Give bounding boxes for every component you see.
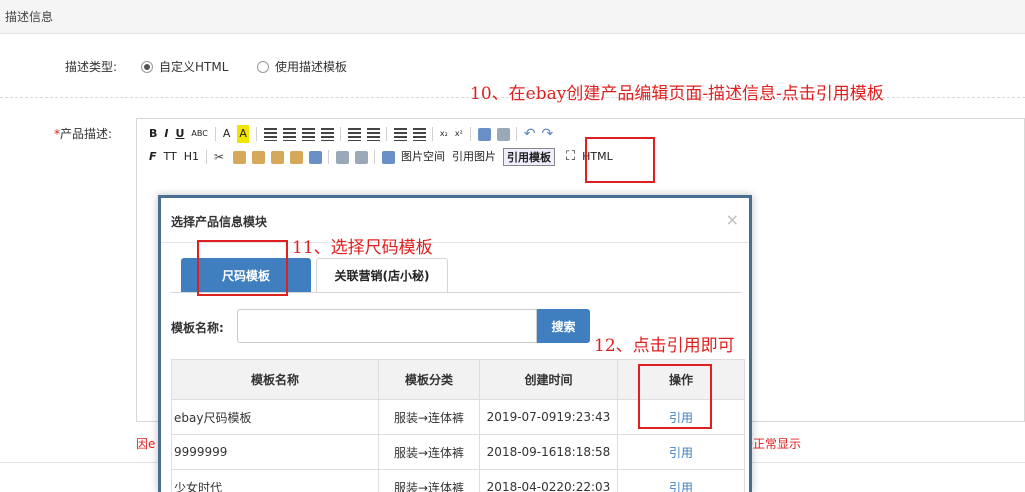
- highlight-box-ref-template: [585, 137, 655, 183]
- use-template-link[interactable]: 引用: [669, 446, 693, 460]
- align-justify-icon[interactable]: [320, 127, 334, 141]
- table-row: 9999999 服装→连体裤 2018-09-1618:18:58 引用: [171, 434, 745, 470]
- template-name-input[interactable]: [237, 309, 537, 343]
- align-center-icon[interactable]: [282, 127, 296, 141]
- cell-action: 引用: [617, 469, 745, 492]
- cell-category: 服装→连体裤: [378, 399, 480, 435]
- annotation-step11: 11、选择尺码模板: [292, 238, 433, 258]
- section-header: 描述信息: [0, 0, 1025, 34]
- image-space-button[interactable]: 图片空间: [401, 148, 445, 166]
- strikethrough-button[interactable]: ABC: [191, 125, 207, 143]
- ref-template-button[interactable]: 引用模板: [503, 148, 556, 166]
- search-label: 模板名称:: [171, 321, 224, 335]
- header-created-time: 创建时间: [479, 359, 618, 400]
- use-template-link[interactable]: 引用: [669, 481, 693, 492]
- link-icon[interactable]: [336, 150, 350, 164]
- product-desc-label-text: 产品描述:: [60, 127, 113, 141]
- toolbar-separator: [339, 127, 341, 141]
- product-desc-label: *产品描述:: [54, 125, 112, 142]
- radio-use-template-label: 使用描述模板: [275, 60, 348, 74]
- radio-use-template[interactable]: 使用描述模板: [257, 58, 347, 75]
- header-template-name: 模板名称: [171, 359, 379, 400]
- radio-selected-icon: [141, 60, 153, 73]
- toolbar-separator: [385, 127, 387, 141]
- cell-template-name: ebay尺码模板: [171, 399, 379, 435]
- fullscreen-icon[interactable]: ⛶: [566, 148, 575, 166]
- tab-related-marketing[interactable]: 关联营销(店小秘): [316, 258, 448, 292]
- underline-button[interactable]: U: [175, 125, 184, 143]
- paste-text-icon[interactable]: [271, 150, 285, 164]
- toolbar-separator: [255, 127, 257, 141]
- font-family-button[interactable]: F: [149, 148, 157, 166]
- horizontal-rule-icon[interactable]: [477, 127, 491, 141]
- unordered-list-icon[interactable]: [347, 127, 361, 141]
- highlight-box-size-tab: [197, 240, 288, 296]
- cell-created: 2019-07-0919:23:43: [479, 399, 618, 435]
- page: 描述信息 描述类型: 自定义HTML 使用描述模板 10、在ebay创建产品编辑…: [0, 0, 1025, 492]
- clear-format-icon[interactable]: [496, 127, 510, 141]
- cell-action: 引用: [617, 434, 745, 470]
- align-right-icon[interactable]: [301, 127, 315, 141]
- modal-title: 选择产品信息模块: [171, 215, 268, 229]
- cell-category: 服装→连体裤: [378, 434, 480, 470]
- indent-icon[interactable]: [412, 127, 426, 141]
- bold-button[interactable]: B: [149, 125, 157, 143]
- heading-button[interactable]: H1: [184, 148, 199, 166]
- image-icon[interactable]: [382, 150, 396, 164]
- subscript-icon[interactable]: x₂: [440, 125, 448, 143]
- font-color-button[interactable]: A: [223, 125, 231, 143]
- toolbar-separator: [206, 150, 208, 164]
- toolbar-row-1: B I U ABC A A x₂ x² ↶ ↷: [149, 124, 559, 144]
- align-left-icon[interactable]: [263, 127, 277, 141]
- cell-template-name: 9999999: [171, 434, 379, 470]
- highlight-box-action: [638, 364, 712, 429]
- italic-button[interactable]: I: [164, 125, 168, 143]
- editor-toolbar: B I U ABC A A x₂ x² ↶ ↷ F TT H1 ✂ 图片空间 引…: [137, 119, 1024, 171]
- toolbar-row-2: F TT H1 ✂ 图片空间 引用图片 引用模板 ⛶ HTML: [149, 147, 620, 167]
- close-icon[interactable]: ×: [726, 210, 739, 229]
- section-title: 描述信息: [5, 10, 54, 24]
- paste-icon[interactable]: [252, 150, 266, 164]
- cut-icon[interactable]: ✂: [214, 150, 227, 164]
- cell-created: 2018-04-0220:22:03: [479, 469, 618, 492]
- radio-custom-html[interactable]: 自定义HTML: [141, 58, 228, 75]
- ref-image-button[interactable]: 引用图片: [452, 148, 496, 166]
- radio-custom-html-label: 自定义HTML: [159, 60, 229, 74]
- toolbar-separator: [214, 127, 216, 141]
- table-icon[interactable]: [309, 150, 323, 164]
- paste-word-icon[interactable]: [290, 150, 304, 164]
- table-row: 少女时代 服装→连体裤 2018-04-0220:22:03 引用: [171, 469, 745, 492]
- toolbar-separator: [374, 150, 376, 164]
- radio-unselected-icon: [257, 60, 269, 73]
- cell-template-name: 少女时代: [171, 469, 379, 492]
- toolbar-separator: [469, 127, 471, 141]
- cell-created: 2018-09-1618:18:58: [479, 434, 618, 470]
- redo-icon[interactable]: ↷: [542, 127, 554, 141]
- header-template-category: 模板分类: [378, 359, 480, 400]
- copy-icon[interactable]: [233, 150, 247, 164]
- annotation-step10: 10、在ebay创建产品编辑页面-描述信息-点击引用模板: [470, 84, 884, 104]
- toolbar-separator: [431, 127, 433, 141]
- desc-type-label: 描述类型:: [65, 60, 118, 74]
- superscript-icon[interactable]: x²: [455, 125, 463, 143]
- annotation-step12: 12、点击引用即可: [594, 336, 735, 356]
- search-button[interactable]: 搜索: [537, 309, 590, 343]
- toolbar-separator: [515, 127, 517, 141]
- unlink-icon[interactable]: [355, 150, 369, 164]
- font-size-button[interactable]: TT: [164, 148, 177, 166]
- undo-icon[interactable]: ↶: [524, 127, 536, 141]
- warning-text-left: 因e: [136, 437, 156, 451]
- cell-category: 服装→连体裤: [378, 469, 480, 492]
- outdent-icon[interactable]: [393, 127, 407, 141]
- ordered-list-icon[interactable]: [366, 127, 380, 141]
- toolbar-separator: [328, 150, 330, 164]
- highlight-color-button[interactable]: A: [237, 125, 249, 143]
